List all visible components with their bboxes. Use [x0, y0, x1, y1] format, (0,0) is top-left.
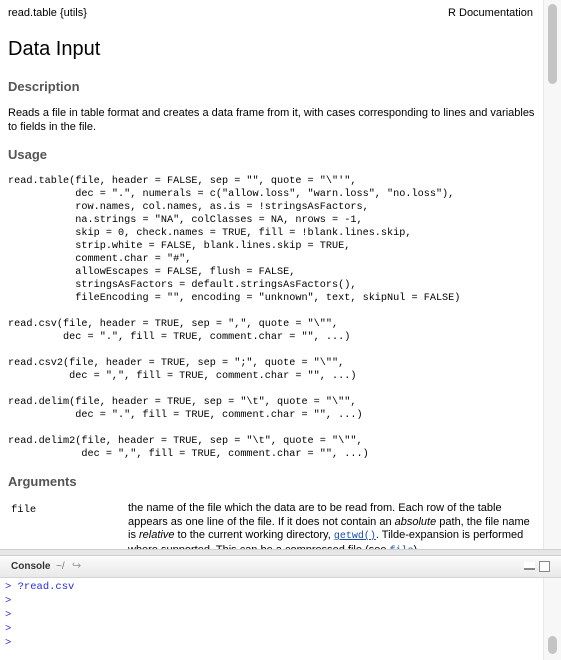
console-toolbar: Console ~/ ↪ [0, 556, 561, 578]
arg-desc-emphasis: relative [139, 529, 175, 541]
console-prompt: > [5, 595, 12, 607]
arg-desc-file: the name of the file which the data are … [128, 502, 534, 549]
console-scrollbar[interactable] [543, 578, 561, 660]
console-line: > [5, 594, 543, 608]
console-line: > ?read.csv [5, 580, 543, 594]
arg-desc-text: to the current working directory, [174, 529, 334, 541]
getwd-link-label[interactable]: getwd [334, 531, 364, 542]
usage-read-delim2: read.delim2(file, header = TRUE, sep = "… [8, 436, 369, 460]
help-content: read.table {utils} R Documentation Data … [0, 0, 543, 549]
console-working-dir: ~/ [56, 561, 65, 572]
getwd-link-suffix[interactable]: () [364, 531, 376, 542]
help-scrollbar[interactable] [543, 0, 561, 549]
console-prompt: > [5, 637, 12, 649]
console-prompt: > [5, 609, 12, 621]
getwd-link[interactable]: getwd() [334, 531, 376, 542]
help-pane: read.table {utils} R Documentation Data … [0, 0, 561, 549]
console-command: ?read.csv [11, 581, 75, 593]
arg-name-file: file [11, 504, 37, 516]
console-line: > [5, 608, 543, 622]
usage-read-csv: read.csv(file, header = TRUE, sep = ",",… [8, 319, 351, 343]
arg-desc-emphasis: absolute [394, 515, 437, 528]
usage-read-csv2: read.csv2(file, header = TRUE, sep = ";"… [8, 358, 357, 382]
package-label: read.table {utils} [8, 7, 87, 19]
pane-splitter[interactable] [0, 549, 561, 556]
help-scrollbar-thumb[interactable] [548, 4, 557, 84]
arguments-heading: Arguments [8, 474, 77, 489]
console-line: > [5, 622, 543, 636]
maximize-pane-icon[interactable] [539, 561, 550, 572]
description-heading: Description [8, 79, 80, 94]
console-pane: Console ~/ ↪ > ?read.csv > > > > [0, 556, 561, 660]
usage-read-delim: read.delim(file, header = TRUE, sep = "\… [8, 397, 363, 421]
page-title: Data Input [8, 38, 101, 60]
usage-heading: Usage [8, 147, 48, 162]
usage-read-table: read.table(file, header = FALSE, sep = "… [8, 176, 461, 304]
doc-label: R Documentation [448, 7, 533, 19]
goto-dir-icon[interactable]: ↪ [72, 559, 81, 572]
doc-header: read.table {utils} R Documentation [8, 7, 533, 21]
minimize-pane-icon[interactable] [524, 562, 535, 570]
description-text: Reads a file in table format and creates… [8, 107, 535, 133]
console-prompt: > [5, 623, 12, 635]
console-title[interactable]: Console [11, 561, 50, 572]
console-output[interactable]: > ?read.csv > > > > [0, 578, 543, 660]
console-scrollbar-thumb[interactable] [548, 636, 557, 654]
console-input-line[interactable]: > [5, 636, 543, 650]
